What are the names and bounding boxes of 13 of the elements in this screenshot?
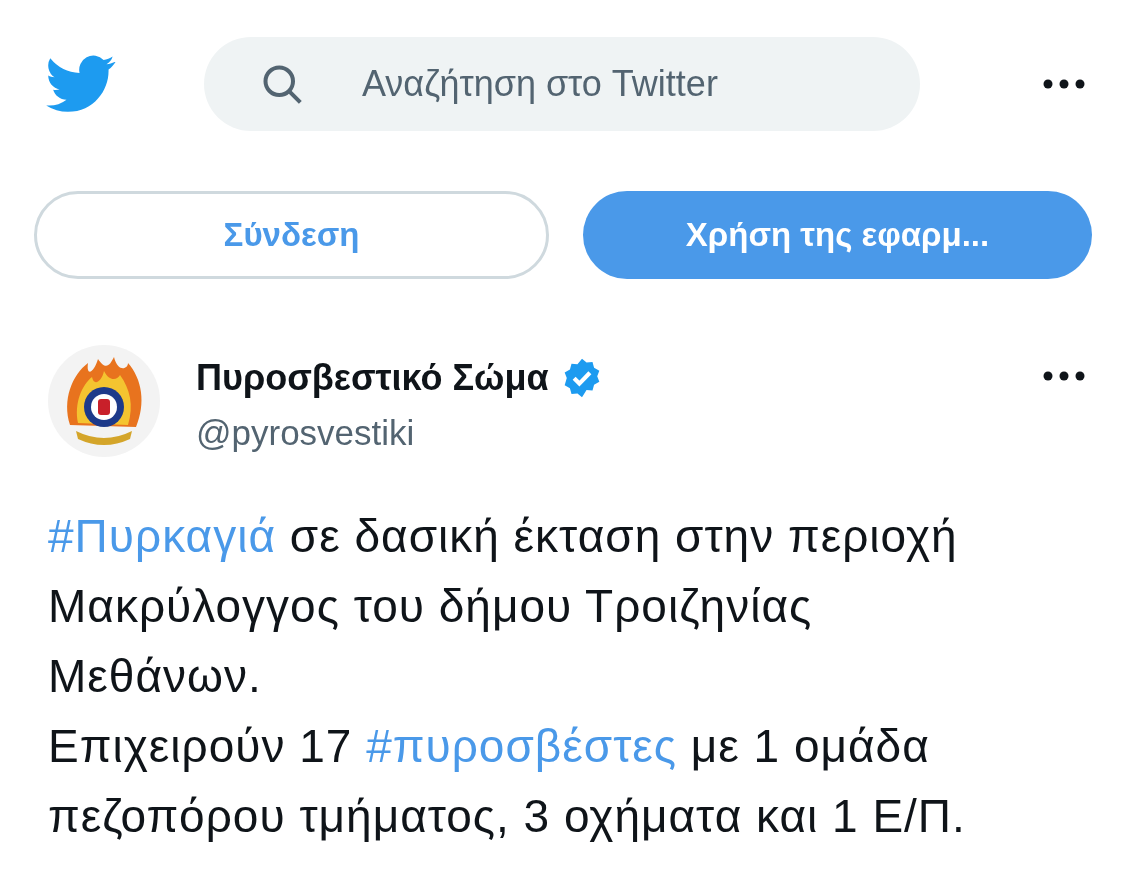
account-name: Πυροσβεστικό Σώμα <box>196 357 549 399</box>
tweet-text: #Πυρκαγιά σε δασική έκταση στην περιοχή Μακρύλογγος του δήμου Τροιζηνίας Μεθάνων. <box>48 509 959 704</box>
hashtag-link[interactable]: #Πυρκαγιά <box>48 510 276 562</box>
use-app-button[interactable]: Χρήση της εφαρμ... <box>583 191 1092 279</box>
hashtag-link[interactable]: #πυροσβέστες <box>366 720 677 772</box>
search-field[interactable]: Αναζήτηση στο Twitter <box>204 36 920 131</box>
fire-service-emblem-icon[interactable] <box>48 345 160 457</box>
account-handle: @pyrosvestiki <box>196 413 416 453</box>
bird-logo-icon[interactable] <box>46 54 116 113</box>
more-icon[interactable] <box>1043 371 1085 381</box>
more-icon[interactable] <box>1043 78 1085 89</box>
login-button[interactable]: Σύνδεση <box>34 191 549 279</box>
tweet-text: Επιχειρούν 17 #πυροσβέστες με 1 ομάδα πεζοπόρου τμήματος, 3 οχήματα και 1 Ε/Π. <box>48 719 967 844</box>
